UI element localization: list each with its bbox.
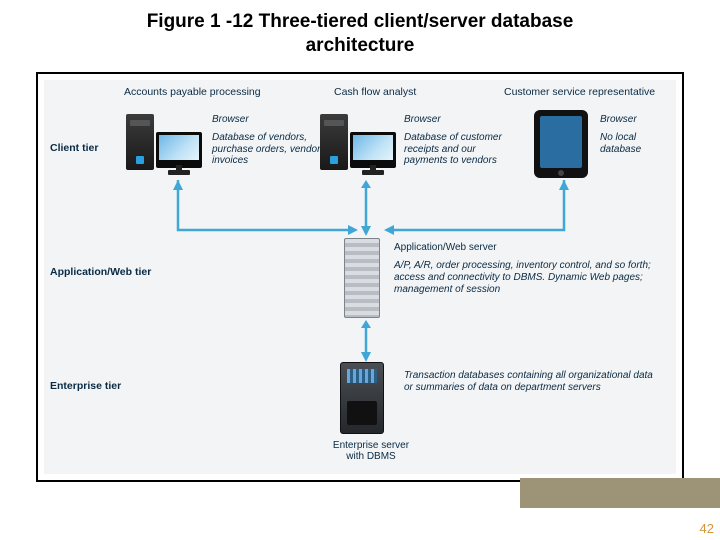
footer-accent-bar [520,478,720,508]
figure-title: Figure 1 -12 Three-tiered client/server … [0,0,720,64]
arrow-acct-to-app [172,180,362,250]
enterprise-server-caption: Transaction databases containing all org… [404,370,654,394]
tier-label-app: Application/Web tier [50,266,151,278]
workstation-tower-icon [126,114,154,170]
caption-acct: Database of vendors, purchase orders, ve… [212,132,322,167]
tablet-icon [534,110,588,178]
diagram-content: Client tier Application/Web tier Enterpr… [44,80,676,474]
page-number: 42 [700,521,714,536]
enterprise-server-label: Enterprise server with DBMS [326,440,416,462]
caption-cash: Database of customer receipts and our pa… [404,132,514,167]
tier-label-client: Client tier [50,142,98,154]
arrow-cust-to-app [380,180,580,250]
diagram-frame: Client tier Application/Web tier Enterpr… [36,72,684,482]
app-server-caption: A/P, A/R, order processing, inventory co… [394,260,654,296]
heading-accounts: Accounts payable processing [124,86,261,98]
workstation-tower-icon [320,114,348,170]
workstation-monitor-icon [156,132,202,168]
app-server-icon [344,238,380,318]
browser-label-cust: Browser [600,114,637,125]
caption-cust: No local database [600,132,680,155]
tier-label-enterprise: Enterprise tier [50,380,121,392]
title-line2: architecture [306,35,415,56]
browser-label-cash: Browser [404,114,441,125]
enterprise-server-icon [340,362,384,434]
heading-cashflow: Cash flow analyst [334,86,416,98]
browser-label-acct: Browser [212,114,249,125]
workstation-monitor-icon [350,132,396,168]
arrow-cash-to-app [356,180,376,240]
title-line1: Figure 1 -12 Three-tiered client/server … [147,11,574,32]
arrow-app-to-enterprise [356,320,376,364]
heading-customer: Customer service representative [504,86,655,98]
